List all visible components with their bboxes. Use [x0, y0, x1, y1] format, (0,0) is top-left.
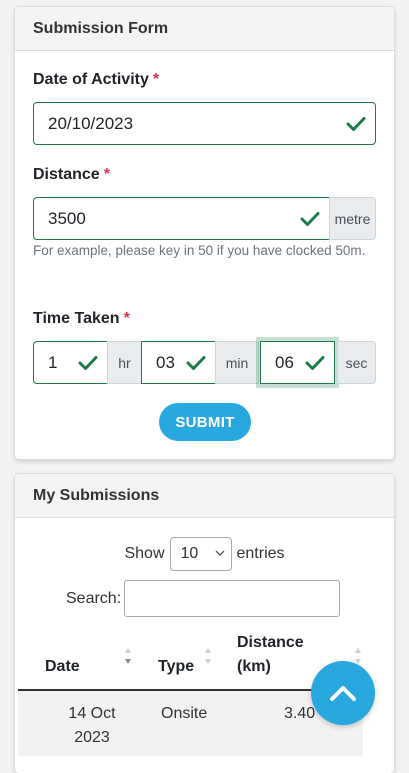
check-icon: [186, 355, 206, 370]
submission-form-card: Submission Form Date of Activity * 20/10/…: [14, 6, 395, 460]
entries-label: entries: [236, 545, 285, 562]
hours-input-value: 1: [48, 352, 58, 372]
sort-icon[interactable]: [354, 647, 362, 665]
check-icon: [305, 355, 325, 370]
check-icon: [300, 211, 320, 226]
search-label: Search:: [66, 589, 122, 607]
column-header-type[interactable]: Type: [158, 655, 194, 679]
distance-input-value: 3500: [48, 208, 86, 228]
search-input[interactable]: [124, 580, 341, 617]
column-header-date[interactable]: Date: [45, 655, 80, 679]
minutes-input[interactable]: 03: [141, 341, 216, 384]
date-input-value: 20/10/2023: [48, 113, 134, 133]
sort-icon[interactable]: [124, 647, 132, 665]
distance-input[interactable]: 3500: [33, 197, 330, 240]
check-icon: [78, 355, 98, 370]
hours-input[interactable]: 1: [33, 341, 108, 384]
submissions-header: My Submissions: [15, 474, 394, 518]
distance-label: Distance *: [33, 166, 110, 183]
show-label: Show: [124, 545, 165, 562]
column-header-distance[interactable]: Distance (km): [237, 631, 317, 679]
date-label: Date of Activity *: [33, 71, 160, 88]
date-input[interactable]: 20/10/2023: [33, 102, 376, 145]
distance-help-text: For example, please key in 50 if you hav…: [33, 243, 366, 258]
sort-icon[interactable]: [204, 647, 212, 665]
search-control: Search:: [66, 580, 341, 617]
minutes-input-value: 03: [156, 352, 175, 372]
entries-control: Show 10 entries: [14, 537, 395, 571]
submission-form-header: Submission Form: [15, 7, 394, 51]
minutes-unit-addon: min: [215, 341, 259, 384]
seconds-unit-addon: sec: [337, 341, 376, 384]
cell-distance: 3.40: [284, 705, 316, 722]
time-label: Time Taken *: [33, 310, 130, 327]
cell-type: Onsite: [161, 705, 208, 722]
required-marker: *: [152, 71, 160, 88]
distance-unit-addon: metre: [329, 197, 376, 240]
seconds-input[interactable]: 06: [260, 341, 335, 384]
submissions-title: My Submissions: [33, 486, 160, 504]
entries-select[interactable]: 10: [169, 537, 232, 571]
cell-date: 14 Oct 2023: [68, 705, 116, 746]
hours-unit-addon: hr: [107, 341, 142, 384]
scroll-to-top-button[interactable]: [311, 661, 375, 725]
required-marker: *: [103, 166, 110, 183]
check-icon: [346, 116, 366, 131]
seconds-input-value: 06: [275, 352, 294, 372]
submit-button[interactable]: SUBMIT: [159, 403, 251, 441]
required-marker: *: [123, 310, 130, 327]
submission-form-title: Submission Form: [33, 19, 169, 37]
chevron-up-icon: [330, 686, 356, 701]
chevron-down-icon: [215, 550, 224, 556]
